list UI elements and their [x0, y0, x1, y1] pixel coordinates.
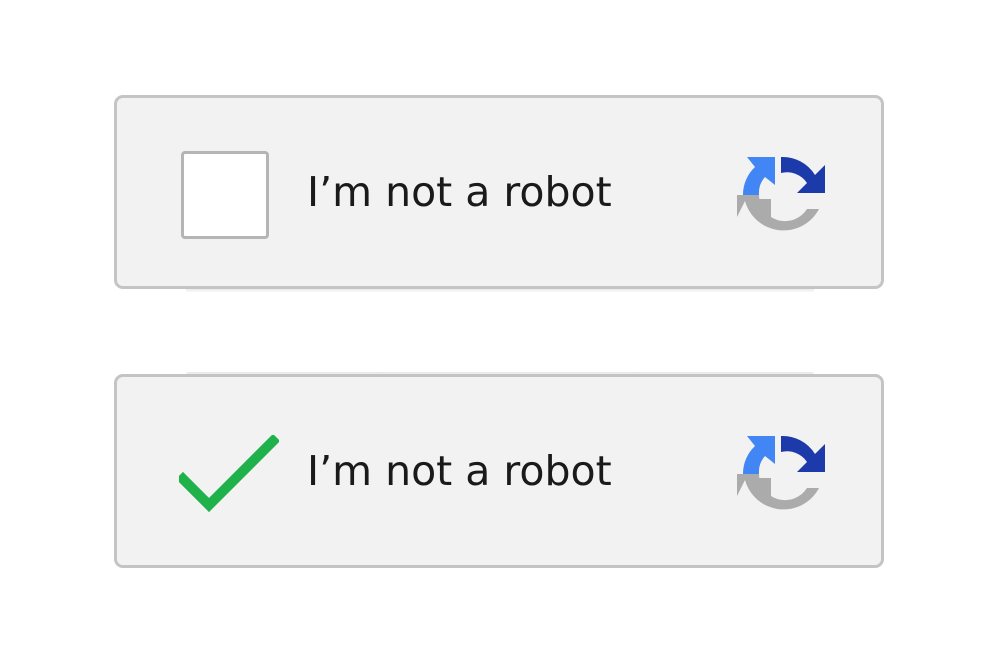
recaptcha-widget-unchecked: I’m not a robot [114, 95, 884, 289]
recaptcha-comparison: I’m not a robot I’m not a robot [0, 0, 1000, 667]
recaptcha-label: I’m not a robot [307, 168, 612, 216]
recaptcha-logo-icon[interactable] [735, 424, 835, 524]
recaptcha-widget-checked: I’m not a robot [114, 374, 884, 568]
recaptcha-logo-icon[interactable] [735, 145, 835, 245]
recaptcha-label: I’m not a robot [307, 447, 612, 495]
recaptcha-checkbox[interactable] [181, 151, 269, 239]
checkmark-icon[interactable] [179, 435, 279, 515]
